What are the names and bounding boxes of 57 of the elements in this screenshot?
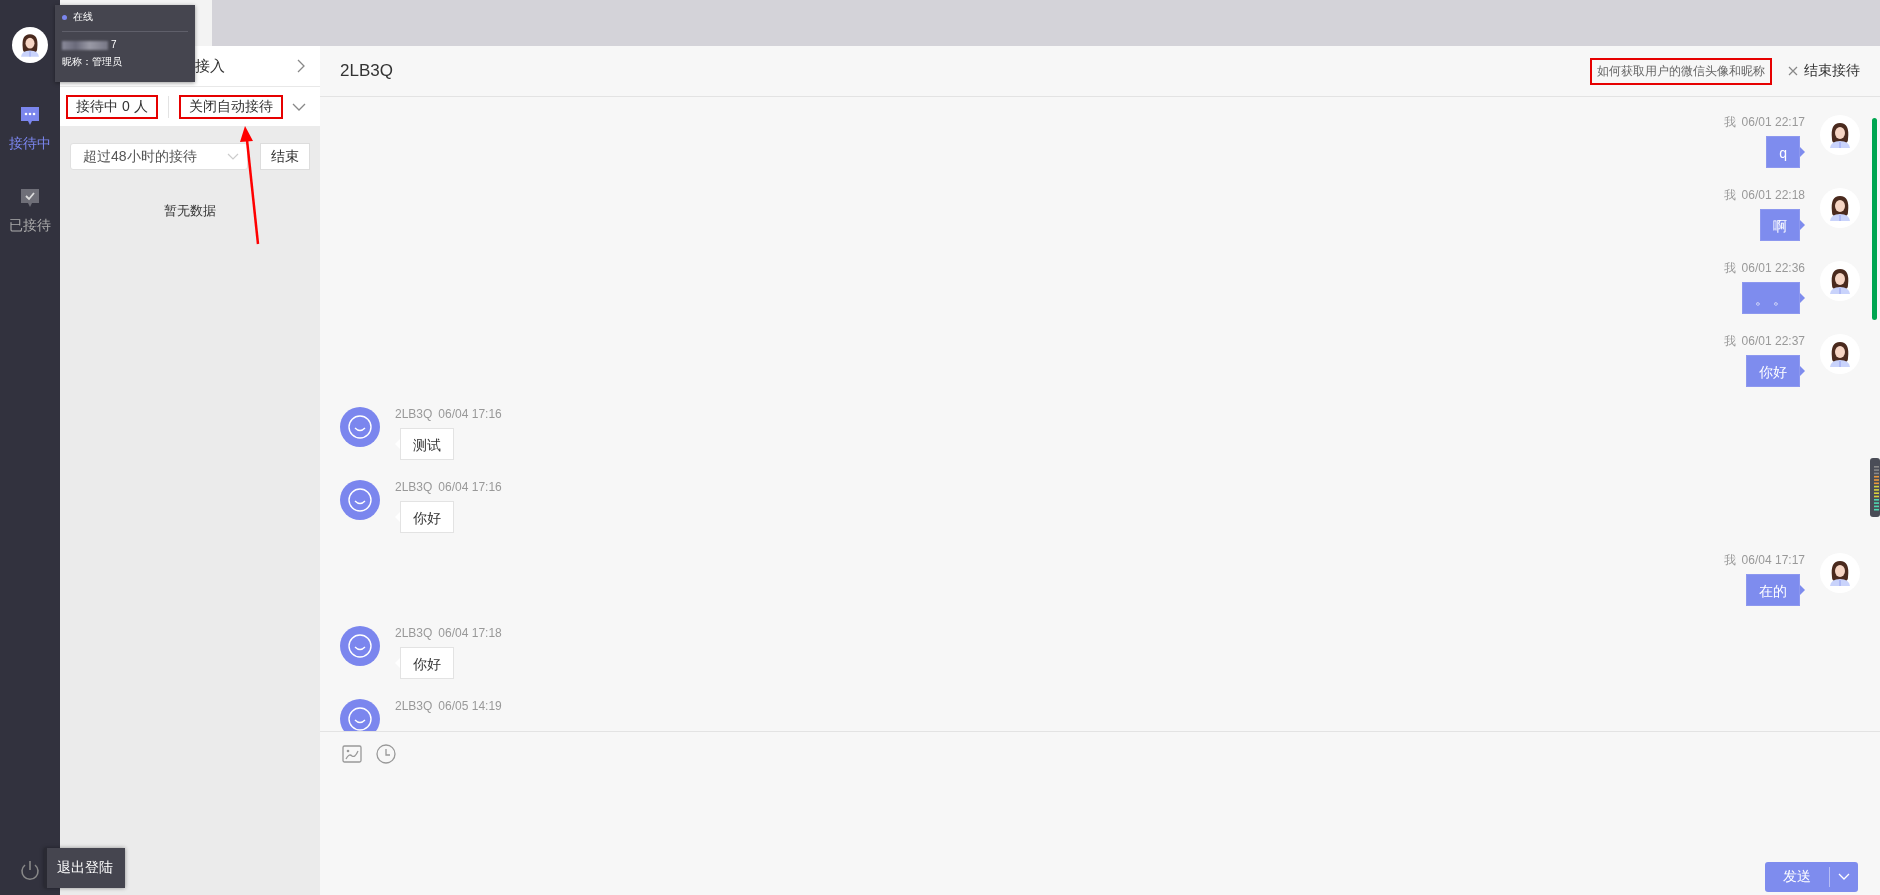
power-icon[interactable] xyxy=(19,859,41,881)
sender-name: 2LB3Q xyxy=(395,626,433,640)
sender-name: 2LB3Q xyxy=(395,407,433,421)
account-id: 7 xyxy=(111,38,117,52)
agent-avatar xyxy=(1820,261,1860,301)
chat-title: 2LB3Q xyxy=(340,61,393,81)
sender-name: 我 xyxy=(1723,261,1736,275)
help-link[interactable]: 如何获取用户的微信头像和昵称 xyxy=(1590,57,1772,85)
message-time: 06/05 14:19 xyxy=(438,699,502,713)
sender-name: 我 xyxy=(1723,553,1736,567)
message-time: 06/01 22:18 xyxy=(1741,188,1805,202)
agent-avatar xyxy=(1820,188,1860,228)
status-dot xyxy=(62,15,67,20)
user-avatar xyxy=(340,480,380,520)
close-icon xyxy=(1788,66,1798,76)
check-bubble-icon xyxy=(19,187,41,209)
chevron-down-icon xyxy=(1838,873,1850,881)
empty-text: 暂无数据 xyxy=(164,202,216,220)
message-time: 06/04 17:16 xyxy=(438,480,502,494)
chevron-down-icon xyxy=(227,152,239,161)
status-label: 在线 xyxy=(73,10,93,24)
end-session-button[interactable]: 结束接待 xyxy=(1788,62,1860,80)
user-avatar xyxy=(340,407,380,447)
sender-name: 我 xyxy=(1723,188,1736,202)
sender-name: 2LB3Q xyxy=(395,699,433,713)
agent-avatar xyxy=(1820,115,1860,155)
sender-name: 我 xyxy=(1723,334,1736,348)
logout-tooltip: 退出登陆 xyxy=(44,848,125,888)
nickname-label: 昵称：管理员 xyxy=(62,55,122,69)
panel-title: 接入 xyxy=(195,56,225,76)
message-time: 06/04 17:17 xyxy=(1741,553,1805,567)
user-avatar xyxy=(340,626,380,666)
chevron-right-icon[interactable] xyxy=(296,59,306,73)
agent-avatar xyxy=(1820,553,1860,593)
image-icon[interactable] xyxy=(342,744,362,764)
agent-avatar xyxy=(12,27,48,63)
user-avatar xyxy=(340,699,380,731)
sender-name: 我 xyxy=(1723,115,1736,129)
scrollbar-thumb[interactable] xyxy=(1872,118,1877,320)
end-button[interactable]: 结束 xyxy=(260,143,310,170)
meter-widget-icon[interactable] xyxy=(1870,458,1880,517)
sender-name: 2LB3Q xyxy=(395,480,433,494)
filter-dropdown[interactable]: 超过48小时的接待 xyxy=(70,143,248,170)
message-time: 06/04 17:16 xyxy=(438,407,502,421)
redacted-block xyxy=(62,41,108,50)
done-nav-item[interactable]: 已接待 xyxy=(9,187,51,235)
chat-bubble-icon xyxy=(19,105,41,127)
chat-nav-item[interactable]: 接待中 xyxy=(9,105,51,153)
chevron-down-icon[interactable] xyxy=(292,101,306,112)
agent-avatar xyxy=(1820,334,1860,374)
serving-count: 接待中 0 人 xyxy=(66,94,158,119)
message-time: 06/01 22:36 xyxy=(1741,261,1805,275)
clock-icon[interactable] xyxy=(376,744,396,764)
message-time: 06/01 22:37 xyxy=(1741,334,1805,348)
auto-reception-toggle[interactable]: 关闭自动接待 xyxy=(178,94,283,119)
message-time: 06/01 22:17 xyxy=(1741,115,1805,129)
message-time: 06/04 17:18 xyxy=(438,626,502,640)
